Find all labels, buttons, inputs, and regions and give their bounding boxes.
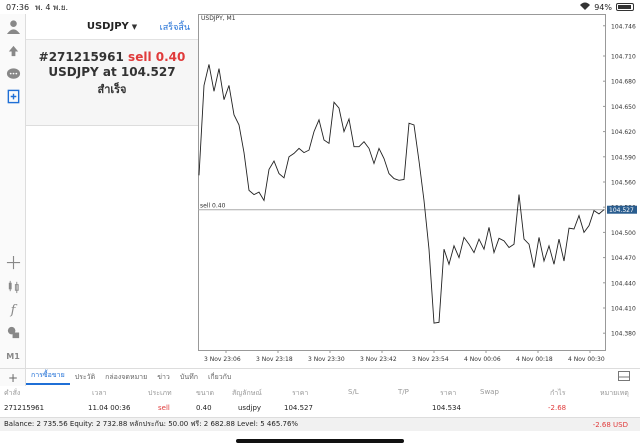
battery-icon <box>616 3 634 11</box>
cell-profit: -2.68 <box>548 404 567 412</box>
y-tick-label: 104.680 <box>611 79 636 86</box>
cell-type: sell <box>158 404 170 412</box>
battery-percent: 94% <box>594 2 612 12</box>
cell-time: 11.04 00:36 <box>88 404 131 412</box>
order-panel-header: USDJPY ▼ เสร็จสิ้น <box>26 14 198 40</box>
order-result-text: สำเร็จ <box>97 83 127 96</box>
order-price: 104.527 <box>120 65 176 79</box>
plot-frame <box>198 14 606 351</box>
col-type: ประเภท <box>148 389 172 397</box>
account-icon[interactable] <box>3 16 23 36</box>
cell-volume: 0.40 <box>196 404 212 412</box>
tab-news[interactable]: ข่าว <box>152 372 175 383</box>
chat-icon[interactable] <box>3 64 23 84</box>
cell-price-current: 104.534 <box>432 404 461 412</box>
add-icon[interactable]: + <box>0 371 26 385</box>
indicators-icon[interactable]: f <box>3 300 23 320</box>
trade-arrows-icon[interactable] <box>3 40 23 60</box>
price-chart[interactable]: 104.746 104.710 104.680 104.650 104.620 104.5… <box>198 14 640 368</box>
order-action: sell 0.40 <box>128 50 186 64</box>
x-tick-label: 3 Nov 23:30 <box>308 356 345 363</box>
tab-mailbox[interactable]: กล่องจดหมาย <box>100 372 152 383</box>
chart-title: USDJPY, M1 <box>201 15 236 22</box>
status-date: พ. 4 พ.ย. <box>35 2 69 12</box>
y-tick-label: 104.470 <box>611 255 636 262</box>
order-ticket-line: #271215961 sell 0.40 <box>26 50 198 64</box>
cell-order: 271215961 <box>4 404 45 412</box>
col-price-open: ราคา <box>292 389 309 397</box>
wifi-icon <box>580 2 591 12</box>
y-tick-label: 104.410 <box>611 306 636 313</box>
left-toolbar: f M1 <box>0 14 26 386</box>
tab-about[interactable]: เกี่ยวกับ <box>203 372 236 383</box>
col-comment: หมายเหตุ <box>600 389 629 397</box>
chevron-down-icon[interactable]: ▼ <box>132 23 137 31</box>
col-price-current: ราคา <box>440 389 457 397</box>
cell-symbol: usdjpy <box>238 404 262 412</box>
candlestick-icon[interactable] <box>3 276 23 296</box>
x-tick-label: 3 Nov 23:54 <box>412 356 449 363</box>
tab-history[interactable]: ประวัติ <box>70 372 100 383</box>
status-time: 07:36 <box>6 2 30 12</box>
sell-level-label: sell 0.40 <box>200 203 226 210</box>
col-sl: S/L <box>348 388 359 396</box>
chart-svg[interactable]: 104.746 104.710 104.680 104.650 104.620 104.5… <box>198 14 640 368</box>
x-tick-label: 4 Nov 00:18 <box>516 356 553 363</box>
crosshair-icon[interactable] <box>3 252 23 272</box>
order-price-line: USDJPY at 104.527 <box>26 65 198 79</box>
home-indicator[interactable] <box>236 439 404 443</box>
trade-table-header: คำสั่ง เวลา ประเภท ขนาด สัญลักษณ์ ราคา S… <box>0 386 640 400</box>
x-tick-label: 3 Nov 23:18 <box>256 356 293 363</box>
balance-bar: Balance: 2 735.56 Equity: 2 732.88 หลักป… <box>0 417 640 431</box>
order-result-body: #271215961 sell 0.40 USDJPY at 104.527 ส… <box>26 40 198 98</box>
y-tick-label: 104.710 <box>611 54 636 61</box>
y-tick-label: 104.746 <box>611 23 636 30</box>
col-symbol: สัญลักษณ์ <box>232 389 262 397</box>
layout-icon[interactable] <box>618 371 630 384</box>
y-tick-label: 104.650 <box>611 104 636 111</box>
done-button[interactable]: เสร็จสิ้น <box>160 20 190 34</box>
y-tick-label: 104.440 <box>611 280 636 287</box>
balance-text: Balance: 2 735.56 Equity: 2 732.88 หลักป… <box>4 420 299 428</box>
y-tick-label: 104.590 <box>611 154 636 161</box>
tab-journal[interactable]: บันทึก <box>175 372 203 383</box>
order-ticket: #271215961 <box>38 50 124 64</box>
new-order-icon[interactable] <box>3 86 23 106</box>
x-tick-label: 3 Nov 23:42 <box>360 356 397 363</box>
y-tick-label: 104.500 <box>611 230 636 237</box>
table-row[interactable]: 271215961 11.04 00:36 sell 0.40 usdjpy 1… <box>0 402 640 416</box>
x-tick-label: 3 Nov 23:06 <box>204 356 241 363</box>
bottom-tabs: + การซื้อขาย ประวัติ กล่องจดหมาย ข่าว บั… <box>0 368 640 386</box>
col-order: คำสั่ง <box>4 389 21 397</box>
total-profit: -2.68 USD <box>592 421 628 429</box>
col-time: เวลา <box>92 389 107 397</box>
timeframe-m1[interactable]: M1 <box>3 346 23 366</box>
order-at-text: USDJPY at <box>48 65 117 79</box>
x-tick-label: 4 Nov 00:06 <box>464 356 501 363</box>
col-volume: ขนาด <box>196 389 215 397</box>
objects-icon[interactable] <box>3 322 23 342</box>
cell-price-open: 104.527 <box>284 404 313 412</box>
col-swap: Swap <box>480 388 499 396</box>
tab-trade[interactable]: การซื้อขาย <box>26 370 70 385</box>
status-right: 94% <box>580 2 634 12</box>
y-tick-label: 104.560 <box>611 180 636 187</box>
x-tick-label: 4 Nov 00:30 <box>568 356 605 363</box>
symbol-selector[interactable]: USDJPY <box>87 21 129 32</box>
col-tp: T/P <box>398 388 409 396</box>
current-price-label: 104.527 <box>609 207 634 214</box>
status-bar: 07:36 พ. 4 พ.ย. 94% <box>0 0 640 14</box>
col-profit: กำไร <box>550 389 566 397</box>
y-tick-label: 104.620 <box>611 129 636 136</box>
y-tick-label: 104.380 <box>611 331 636 338</box>
order-result-panel: USDJPY ▼ เสร็จสิ้น #271215961 sell 0.40 … <box>26 14 198 126</box>
